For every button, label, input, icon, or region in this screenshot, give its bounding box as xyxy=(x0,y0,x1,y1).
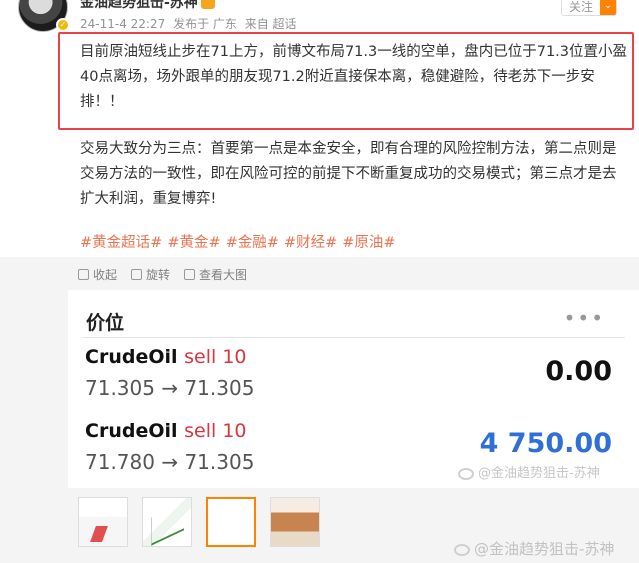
tag-link[interactable]: #原油# xyxy=(342,235,395,251)
tag-link[interactable]: #财经# xyxy=(284,235,337,251)
side-text: sell 10 xyxy=(184,346,247,368)
trade-screenshot[interactable]: 价位 ••• CrudeOil sell 10 71.305 → 71.305 … xyxy=(68,290,639,488)
position-1-profit: 0.00 xyxy=(545,356,612,387)
page-watermark: @金油趋势狙击-苏神 xyxy=(454,538,614,559)
side-text: sell 10 xyxy=(184,420,247,442)
topic-tags: #黄金超话# #黄金# #金融# #财经# #原油# xyxy=(80,231,401,252)
collapse-icon xyxy=(78,269,89,280)
tag-link[interactable]: #金融# xyxy=(226,235,279,251)
position-2-prices: 71.780 → 71.305 xyxy=(85,450,255,474)
collapse-label: 收起 xyxy=(93,268,118,282)
page-watermark-text: @金油趋势狙击-苏神 xyxy=(474,540,615,558)
post-meta: 24-11-4 22:27 发布于 广东 来自 超话 xyxy=(80,15,301,32)
view-large-icon xyxy=(184,269,196,280)
weibo-icon xyxy=(458,467,474,480)
image-watermark: @金油趋势狙击-苏神 xyxy=(458,462,600,481)
position-2-profit: 4 750.00 xyxy=(479,428,612,459)
post-datetime[interactable]: 24-11-4 22:27 xyxy=(80,17,165,31)
thumbnail-selected[interactable] xyxy=(206,497,256,547)
position-2-symbol: CrudeOil sell 10 xyxy=(85,420,247,442)
author-name[interactable]: 金油趋势狙击-苏神 xyxy=(80,0,215,12)
image-action-bar: 收起 旋转 查看大图 xyxy=(78,266,247,283)
tag-link[interactable]: #黄金# xyxy=(167,235,220,251)
divider xyxy=(82,337,625,338)
post-location: 发布于 广东 xyxy=(173,17,237,31)
verified-badge-icon: ✓ xyxy=(56,18,70,32)
post-header: ✓ 金油趋势狙击-苏神 24-11-4 22:27 发布于 广东 来自 超话 关… xyxy=(0,0,639,34)
thumbnail[interactable] xyxy=(270,497,320,547)
rotate-button[interactable]: 旋转 xyxy=(131,266,170,283)
post-paragraph-1: 目前原油短线止步在71上方，前博文布局71.3一线的空单，盘内已位于71.3位置… xyxy=(80,44,628,110)
position-1-symbol: CrudeOil sell 10 xyxy=(85,346,247,368)
follow-button[interactable]: 关注 ⌄ xyxy=(561,0,617,16)
follow-label: 关注 xyxy=(568,0,593,14)
chevron-down-icon[interactable]: ⌄ xyxy=(600,0,616,15)
symbol-text: CrudeOil xyxy=(85,420,178,442)
weibo-icon xyxy=(454,543,470,556)
more-options-icon: ••• xyxy=(563,306,605,330)
card-title: 价位 xyxy=(86,312,125,334)
tag-link[interactable]: #黄金超话# xyxy=(80,235,162,251)
vip-icon xyxy=(200,0,215,9)
symbol-text: CrudeOil xyxy=(85,346,178,368)
post-source[interactable]: 来自 超话 xyxy=(245,17,297,31)
image-watermark-text: @金油趋势狙击-苏神 xyxy=(478,466,600,481)
thumbnail[interactable] xyxy=(78,497,128,547)
post-paragraph-2: 交易大致分为三点：首要第一点是本金安全，即有合理的风险控制方法，第二点则是交易方… xyxy=(80,141,617,207)
position-1-prices: 71.305 → 71.305 xyxy=(85,376,255,400)
thumbnail-strip xyxy=(78,497,320,547)
rotate-icon xyxy=(131,269,143,280)
rotate-label: 旋转 xyxy=(146,268,171,282)
collapse-button[interactable]: 收起 xyxy=(78,266,117,283)
view-large-label: 查看大图 xyxy=(199,268,248,282)
thumbnail[interactable] xyxy=(142,497,192,547)
author-name-text[interactable]: 金油趋势狙击-苏神 xyxy=(80,0,198,11)
view-large-button[interactable]: 查看大图 xyxy=(184,266,247,283)
